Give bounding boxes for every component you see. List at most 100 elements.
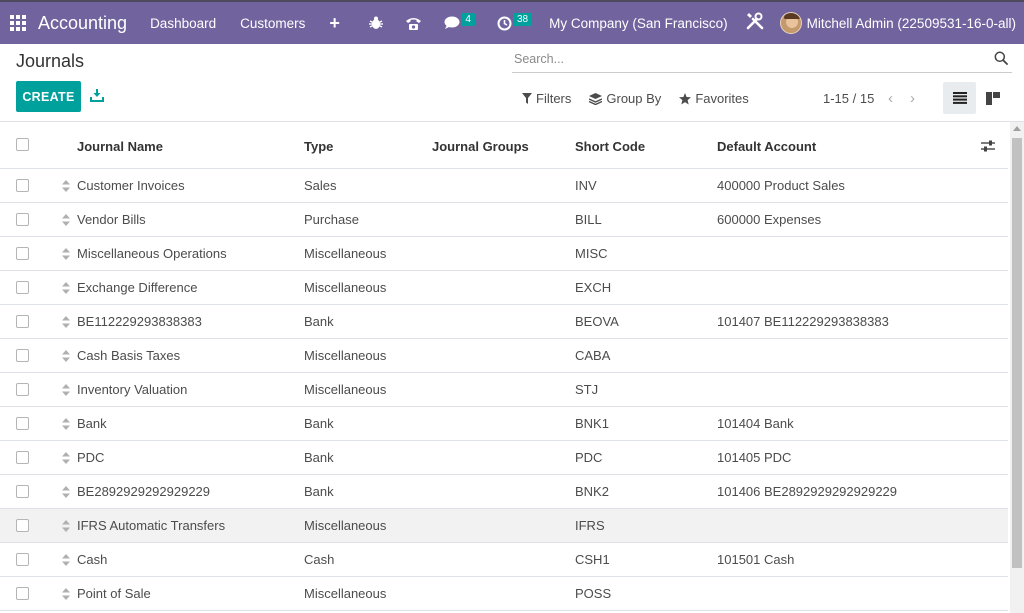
row-checkbox[interactable] xyxy=(16,179,29,192)
cell-short-code: CABA xyxy=(575,348,611,363)
cell-journal-name: Inventory Valuation xyxy=(77,382,188,397)
cell-journal-name: Miscellaneous Operations xyxy=(77,246,227,261)
cell-journal-name: IFRS Automatic Transfers xyxy=(77,518,226,533)
select-all-checkbox[interactable] xyxy=(16,138,29,151)
cell-short-code: BNK2 xyxy=(575,484,609,499)
table-row[interactable]: Point of Sale Miscellaneous POSS xyxy=(0,577,1008,611)
cell-journal-name: Cash Basis Taxes xyxy=(77,348,181,363)
row-checkbox[interactable] xyxy=(16,349,29,362)
pager-value[interactable]: 1-15 / 15 xyxy=(823,91,874,106)
messages-icon[interactable]: 4 xyxy=(444,12,475,30)
table-header: Journal Name Type Journal Groups Short C… xyxy=(0,122,1008,169)
cell-short-code: IFRS xyxy=(575,518,605,533)
create-button[interactable]: CREATE xyxy=(16,81,81,112)
table-row[interactable]: BE112229293838383 Bank BEOVA 101407 BE11222… xyxy=(0,305,1008,339)
page-title: Journals xyxy=(16,51,85,71)
drag-handle-icon[interactable] xyxy=(62,452,70,464)
download-icon[interactable] xyxy=(90,88,104,102)
col-type[interactable]: Type xyxy=(304,139,333,154)
optional-columns-icon[interactable] xyxy=(980,139,996,153)
groupby-button[interactable]: Group By xyxy=(589,91,661,106)
menu-customers[interactable]: Customers xyxy=(240,16,305,31)
row-checkbox[interactable] xyxy=(16,553,29,566)
row-checkbox[interactable] xyxy=(16,281,29,294)
drag-handle-icon[interactable] xyxy=(62,214,70,226)
col-default-account[interactable]: Default Account xyxy=(717,139,816,154)
cell-default-account: 101407 BE112229293838383 xyxy=(717,314,889,329)
row-checkbox[interactable] xyxy=(16,315,29,328)
cell-journal-name: BE112229293838383 xyxy=(77,314,202,329)
table-row[interactable]: Bank Bank BNK1 101404 Bank xyxy=(0,407,1008,441)
search-input[interactable] xyxy=(512,46,972,72)
scroll-up-icon[interactable] xyxy=(1013,126,1021,131)
list-view-button[interactable] xyxy=(943,82,976,114)
table-row[interactable]: Exchange Difference Miscellaneous EXCH xyxy=(0,271,1008,305)
pager-next-icon[interactable]: › xyxy=(910,90,915,107)
cell-journal-name: PDC xyxy=(77,450,105,465)
user-menu[interactable]: Mitchell Admin (22509531-16-0-all) xyxy=(807,16,1016,31)
drag-handle-icon[interactable] xyxy=(62,520,70,532)
col-journal-groups[interactable]: Journal Groups xyxy=(432,139,529,154)
cell-short-code: STJ xyxy=(575,382,599,397)
company-switcher[interactable]: My Company (San Francisco) xyxy=(549,16,728,31)
app-menu-icon[interactable] xyxy=(0,2,36,44)
search-icon[interactable] xyxy=(994,51,1008,65)
cell-journal-name: Vendor Bills xyxy=(77,212,146,227)
vertical-scrollbar[interactable] xyxy=(1010,122,1024,613)
table-row[interactable]: IFRS Automatic Transfers Miscellaneous IFR… xyxy=(0,509,1008,543)
row-checkbox[interactable] xyxy=(16,247,29,260)
col-short-code[interactable]: Short Code xyxy=(575,139,645,154)
table-row[interactable]: Miscellaneous Operations Miscellaneous MIS… xyxy=(0,237,1008,271)
cell-default-account: 101501 Cash xyxy=(717,552,795,567)
cell-short-code: MISC xyxy=(575,246,608,261)
activities-clock-icon[interactable]: 38 xyxy=(497,12,533,31)
cell-short-code: CSH1 xyxy=(575,552,610,567)
debug-tools-icon[interactable] xyxy=(746,12,764,35)
filters-button[interactable]: Filters xyxy=(522,91,571,106)
app-name[interactable]: Accounting xyxy=(38,13,127,34)
drag-handle-icon[interactable] xyxy=(62,554,70,566)
table-row[interactable]: Customer Invoices Sales INV 400000 Product … xyxy=(0,169,1008,203)
row-checkbox[interactable] xyxy=(16,383,29,396)
favorites-button[interactable]: Favorites xyxy=(679,91,749,106)
row-checkbox[interactable] xyxy=(16,587,29,600)
row-checkbox[interactable] xyxy=(16,519,29,532)
drag-handle-icon[interactable] xyxy=(62,248,70,260)
user-avatar[interactable] xyxy=(779,12,802,34)
drag-handle-icon[interactable] xyxy=(62,282,70,294)
drag-handle-icon[interactable] xyxy=(62,180,70,192)
table-row[interactable]: PDC Bank PDC 101405 PDC xyxy=(0,441,1008,475)
table-row[interactable]: Cash Cash CSH1 101501 Cash xyxy=(0,543,1008,577)
star-icon xyxy=(679,92,692,104)
row-checkbox[interactable] xyxy=(16,213,29,226)
phone-icon[interactable] xyxy=(405,16,422,31)
row-checkbox[interactable] xyxy=(16,417,29,430)
row-checkbox[interactable] xyxy=(16,451,29,464)
drag-handle-icon[interactable] xyxy=(62,350,70,362)
layers-icon xyxy=(589,92,603,105)
kanban-view-button[interactable] xyxy=(976,82,1009,114)
cell-type: Bank xyxy=(304,484,334,499)
table-row[interactable]: Inventory Valuation Miscellaneous STJ xyxy=(0,373,1008,407)
table-row[interactable]: Vendor Bills Purchase BILL 600000 Expenses xyxy=(0,203,1008,237)
drag-handle-icon[interactable] xyxy=(62,486,70,498)
filter-icon xyxy=(522,93,532,104)
drag-handle-icon[interactable] xyxy=(62,384,70,396)
row-checkbox[interactable] xyxy=(16,485,29,498)
drag-handle-icon[interactable] xyxy=(62,316,70,328)
menu-dashboard[interactable]: Dashboard xyxy=(150,16,216,31)
cell-type: Miscellaneous xyxy=(304,586,387,601)
pager-previous-icon[interactable]: ‹ xyxy=(888,90,893,107)
drag-handle-icon[interactable] xyxy=(62,588,70,600)
col-journal-name[interactable]: Journal Name xyxy=(77,139,163,154)
cell-type: Bank xyxy=(304,450,334,465)
bug-icon[interactable] xyxy=(369,16,384,30)
cell-type: Purchase xyxy=(304,212,359,227)
menu-more-plus-icon[interactable]: + xyxy=(329,13,340,34)
table-row[interactable]: Cash Basis Taxes Miscellaneous CABA xyxy=(0,339,1008,373)
scroll-thumb[interactable] xyxy=(1012,138,1022,568)
activities-badge: 38 xyxy=(512,12,533,26)
table-row[interactable]: BE2892929292929229 Bank BNK2 101406 BE28929… xyxy=(0,475,1008,509)
drag-handle-icon[interactable] xyxy=(62,418,70,430)
cell-short-code: INV xyxy=(575,178,597,193)
